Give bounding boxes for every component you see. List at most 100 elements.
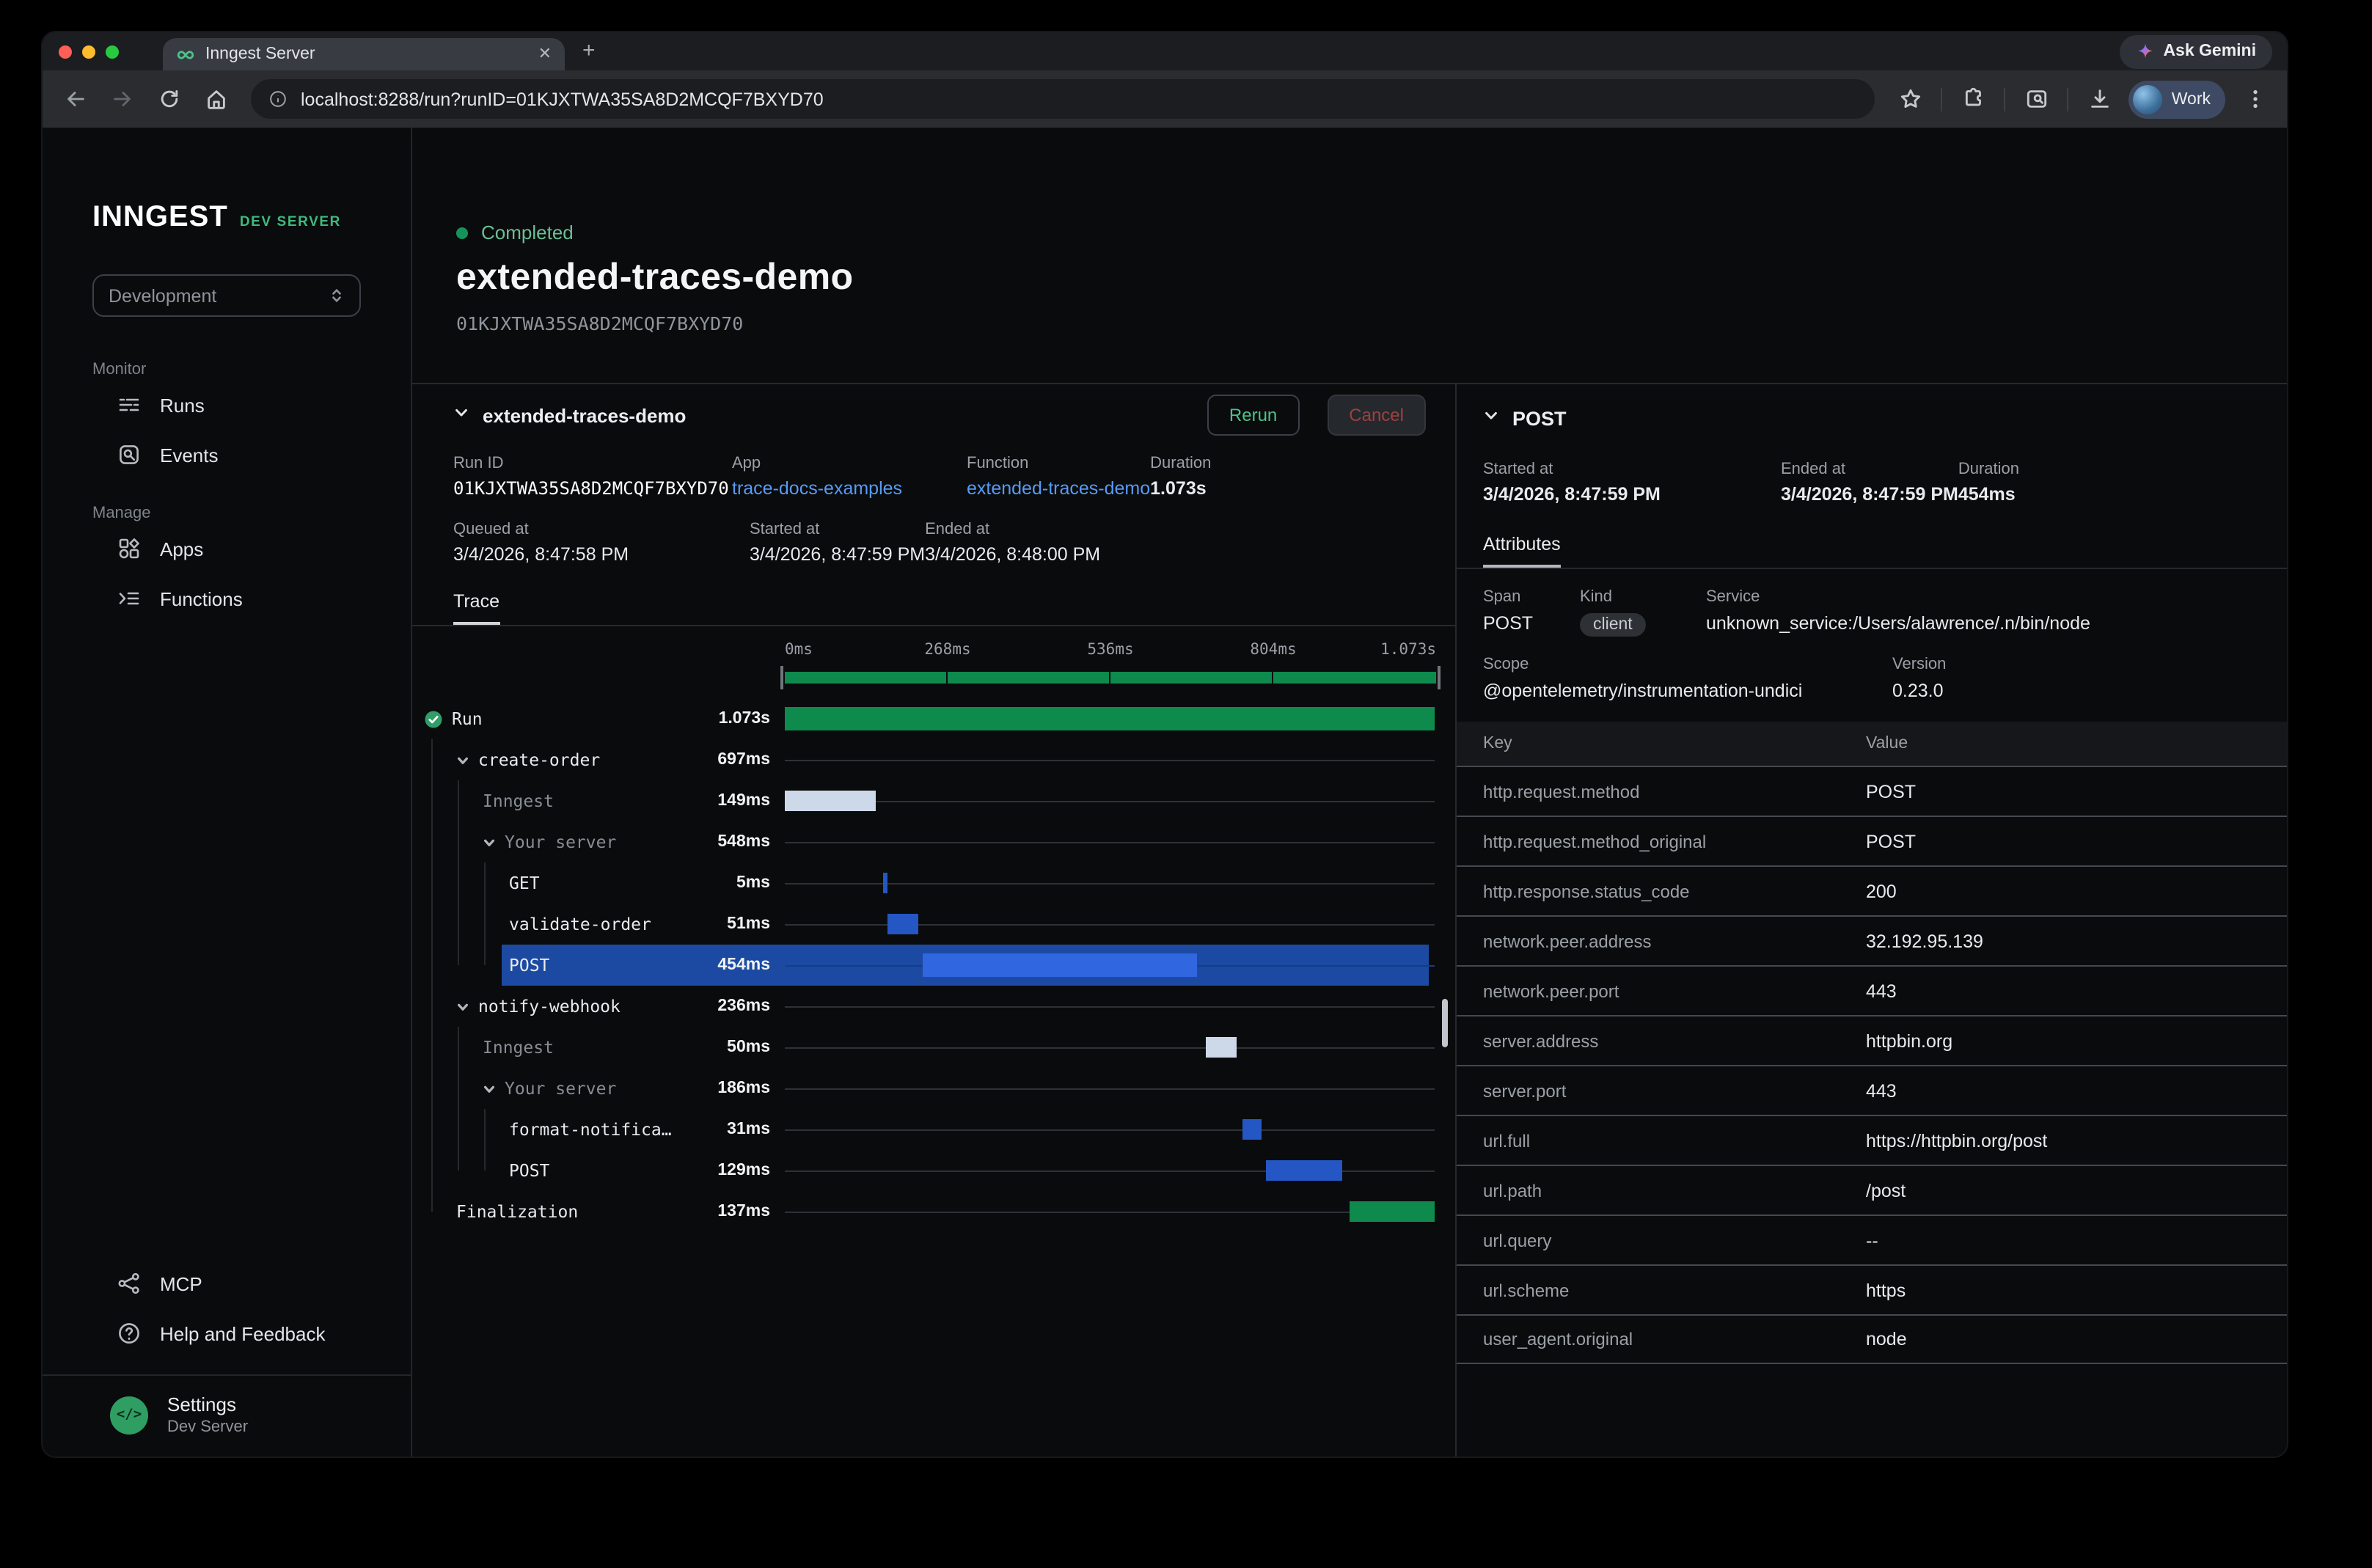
table-row[interactable]: http.response.status_code 200 — [1457, 865, 2287, 915]
close-window-icon[interactable] — [59, 45, 72, 59]
sidebar-item-label: Apps — [160, 538, 203, 560]
table-row[interactable]: server.address httpbin.org — [1457, 1015, 2287, 1065]
profile-chip[interactable]: Work — [2129, 80, 2225, 118]
meta-value: 3/4/2026, 8:48:00 PM — [925, 544, 1100, 565]
table-row[interactable]: user_agent.original node — [1457, 1314, 2287, 1364]
trace-row[interactable]: notify-webhook 236ms — [412, 986, 1455, 1027]
table-row[interactable]: http.request.method_original POST — [1457, 816, 2287, 865]
trace-span-name: GET — [509, 873, 540, 893]
trace-title: extended-traces-demo — [483, 404, 686, 426]
maximize-window-icon[interactable] — [106, 45, 119, 59]
table-row[interactable]: server.port 443 — [1457, 1065, 2287, 1115]
trace-span-bar[interactable] — [785, 791, 875, 811]
status-label: Completed — [481, 221, 574, 243]
trace-span-duration: 5ms — [736, 874, 785, 892]
trace-row[interactable]: POST 129ms — [412, 1150, 1455, 1191]
scrollbar-thumb[interactable] — [1442, 999, 1448, 1047]
downloads-icon[interactable] — [2079, 78, 2120, 120]
attribute-key: server.port — [1457, 1080, 1866, 1101]
bookmark-star-icon[interactable] — [1890, 78, 1931, 120]
trace-span-bar[interactable] — [1266, 1160, 1343, 1181]
page-title: extended-traces-demo — [456, 257, 2287, 299]
trace-row[interactable]: Inngest 50ms — [412, 1027, 1455, 1068]
tab-close-icon[interactable]: ✕ — [538, 46, 552, 62]
home-icon[interactable] — [195, 78, 236, 120]
trace-rows: Run 1.073s — [412, 698, 1455, 1232]
forward-icon[interactable] — [101, 78, 142, 120]
back-icon[interactable] — [54, 78, 95, 120]
ask-gemini-button[interactable]: Ask Gemini — [2119, 34, 2272, 68]
meta-value: extended-traces-demo — [967, 478, 1150, 499]
url-text[interactable]: localhost:8288/run?runID=01KJXTWA35SA8D2… — [301, 89, 824, 109]
reload-icon[interactable] — [148, 78, 189, 120]
collapse-chevron-icon[interactable] — [1483, 405, 1499, 431]
trace-row-icon[interactable] — [424, 709, 443, 728]
search-tabs-icon[interactable] — [2016, 78, 2057, 120]
trace-row[interactable]: Run 1.073s — [412, 698, 1455, 739]
attr-label: Kind — [1580, 588, 1706, 606]
trace-row-label: Inngest 50ms — [412, 1037, 785, 1058]
browser-menu-icon[interactable] — [2234, 78, 2275, 120]
extensions-icon[interactable] — [1953, 78, 1994, 120]
table-row[interactable]: url.scheme https — [1457, 1264, 2287, 1314]
attribute-key: network.peer.port — [1457, 981, 1866, 1001]
sidebar-item[interactable]: Apps — [43, 525, 411, 572]
window-controls[interactable] — [59, 45, 119, 59]
trace-row[interactable]: format-notifica… 31ms — [412, 1109, 1455, 1150]
meta-value: 01KJXTWA35SA8D2MCQF7BXYD70 — [453, 478, 732, 499]
trace-row-track — [785, 821, 1435, 862]
sidebar-item[interactable]: Help and Feedback — [43, 1310, 411, 1357]
attribute-rows: http.request.method POST http.request.me… — [1457, 766, 2287, 1364]
sidebar-item[interactable]: Runs — [43, 381, 411, 428]
tab-trace[interactable]: Trace — [453, 591, 499, 625]
table-row[interactable]: network.peer.port 443 — [1457, 965, 2287, 1015]
table-row[interactable]: url.full https://httpbin.org/post — [1457, 1115, 2287, 1165]
minimize-window-icon[interactable] — [82, 45, 95, 59]
trace-span-bar[interactable] — [887, 914, 918, 934]
sidebar-item-label: MCP — [160, 1272, 202, 1294]
trace-row[interactable]: GET 5ms — [412, 862, 1455, 904]
trace-minimap[interactable] — [785, 672, 1436, 684]
trace-span-bar[interactable] — [923, 953, 1198, 977]
trace-span-name: Your server — [505, 1078, 616, 1099]
tab-attributes[interactable]: Attributes — [1483, 534, 1561, 568]
trace-row[interactable]: validate-order 51ms — [412, 904, 1455, 945]
table-row[interactable]: url.query -- — [1457, 1215, 2287, 1264]
meta-value: trace-docs-examples — [732, 478, 967, 499]
trace-row[interactable]: Finalization 137ms — [412, 1191, 1455, 1232]
trace-row[interactable]: Your server 548ms — [412, 821, 1455, 862]
trace-span-bar[interactable] — [1206, 1037, 1237, 1058]
trace-span-bar[interactable] — [785, 707, 1435, 730]
trace-row-icon[interactable] — [483, 1082, 496, 1095]
trace-span-bar[interactable] — [1243, 1119, 1262, 1140]
trace-row[interactable]: POST 454ms — [412, 945, 1455, 986]
trace-row-icon[interactable] — [483, 835, 496, 849]
sidebar-item[interactable]: Events — [43, 431, 411, 478]
new-tab-button[interactable]: + — [582, 38, 596, 63]
trace-row[interactable]: Inngest 149ms — [412, 780, 1455, 821]
sidebar-item[interactable]: MCP — [43, 1260, 411, 1307]
trace-row[interactable]: create-order 697ms — [412, 739, 1455, 780]
table-row[interactable]: url.path /post — [1457, 1165, 2287, 1215]
sidebar-item[interactable]: Functions — [43, 575, 411, 622]
attribute-value: POST — [1866, 831, 1916, 851]
tab-title: Inngest Server — [205, 45, 528, 63]
settings-item[interactable]: </> Settings Dev Server — [43, 1374, 411, 1457]
rerun-button[interactable]: Rerun — [1207, 395, 1299, 436]
trace-row[interactable]: Your server 186ms — [412, 1068, 1455, 1109]
trace-row-label: validate-order 51ms — [412, 914, 785, 934]
browser-tab[interactable]: Inngest Server ✕ — [163, 38, 565, 70]
address-bar[interactable]: localhost:8288/run?runID=01KJXTWA35SA8D2… — [251, 79, 1875, 119]
cancel-button[interactable]: Cancel — [1327, 395, 1426, 436]
collapse-chevron-icon[interactable] — [453, 402, 469, 428]
sidebar-item-icon — [117, 1322, 141, 1345]
environment-select-value: Development — [109, 285, 329, 306]
trace-span-bar[interactable] — [884, 873, 887, 893]
trace-row-icon[interactable] — [456, 753, 469, 766]
environment-select[interactable]: Development — [92, 274, 361, 317]
trace-span-bar[interactable] — [1350, 1201, 1435, 1222]
meta-cell: App trace-docs-examples — [732, 455, 967, 499]
trace-row-icon[interactable] — [456, 1000, 469, 1013]
table-row[interactable]: http.request.method POST — [1457, 766, 2287, 816]
table-row[interactable]: network.peer.address 32.192.95.139 — [1457, 915, 2287, 965]
